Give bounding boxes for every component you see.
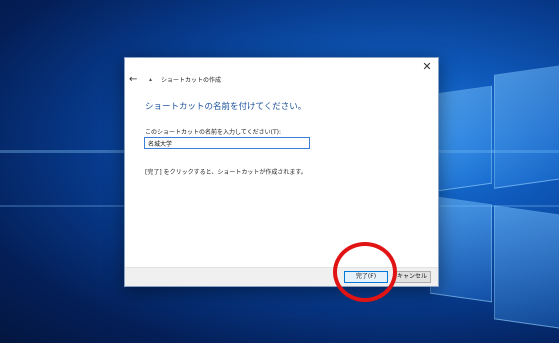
dialog-title: ショートカットの作成 <box>161 76 222 84</box>
logo-pane <box>494 65 559 189</box>
shortcut-name-label: このショートカットの名前を入力してください(T): <box>145 129 282 136</box>
logo-pane <box>430 195 492 303</box>
cancel-button[interactable]: キャンセル <box>393 271 431 283</box>
close-icon[interactable]: ✕ <box>420 60 434 74</box>
logo-pane <box>494 205 559 329</box>
highlight-circle <box>333 242 397 302</box>
info-text: [完了] をクリックすると、ショートカットが作成されます。 <box>145 169 307 176</box>
windows-logo <box>430 65 559 343</box>
shortcut-wizard-icon: ▴ <box>149 75 153 83</box>
page-heading: ショートカットの名前を付けてください。 <box>145 102 307 112</box>
shortcut-name-input[interactable] <box>144 137 310 149</box>
back-arrow-icon[interactable]: ← <box>129 74 143 85</box>
create-shortcut-dialog: ✕ ← ▴ ショートカットの作成 ショートカットの名前を付けてください。 このシ… <box>124 57 439 287</box>
logo-pane <box>430 85 492 193</box>
dialog-titlebar: ← ▴ ショートカットの作成 <box>129 72 221 86</box>
